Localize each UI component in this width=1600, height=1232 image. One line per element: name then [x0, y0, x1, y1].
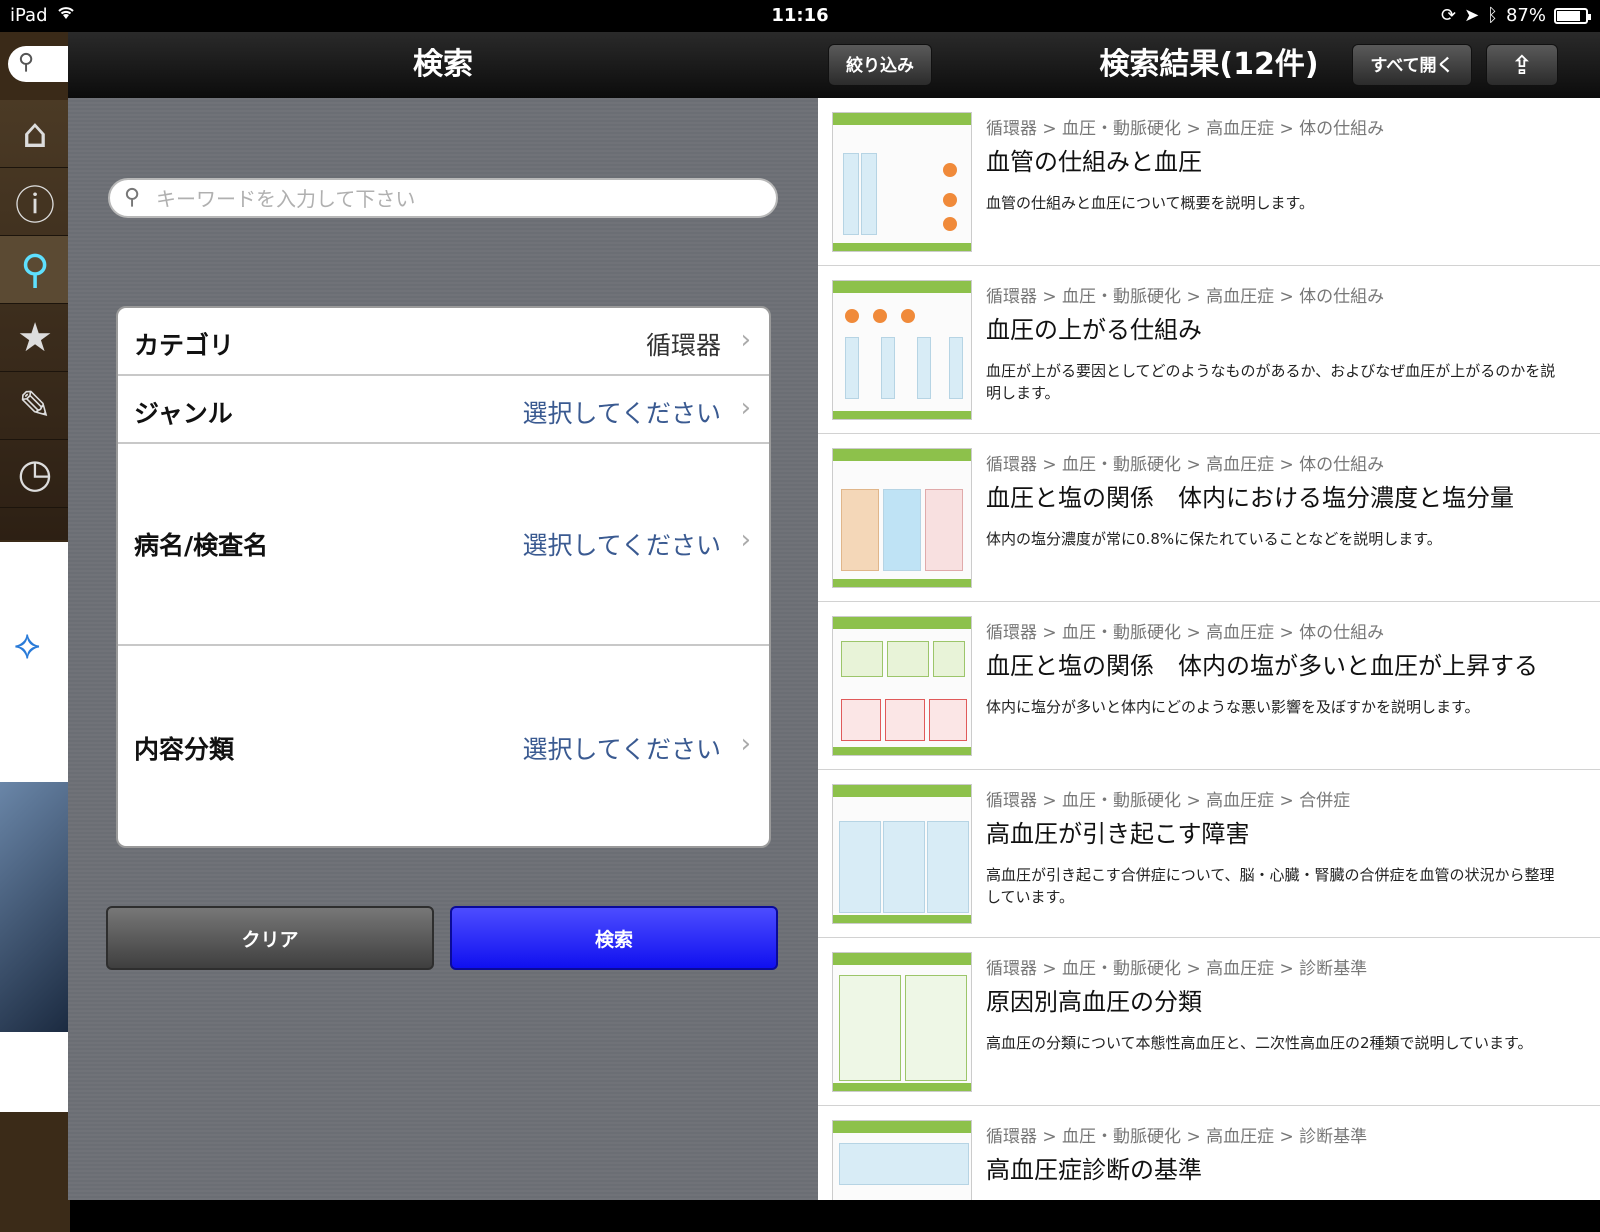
item-path: 循環器 > 血圧・動脈硬化 > 高血圧症 > 合併症 [986, 791, 1351, 811]
open-all-button[interactable]: すべて開く [1352, 44, 1472, 86]
item-path: 循環器 > 血圧・動脈硬化 > 高血圧症 > 体の仕組み [986, 455, 1385, 475]
item-description: 血管の仕組みと血圧について概要を説明します。 [986, 194, 1315, 212]
row-content-class[interactable]: 内容分類 選択してください › [118, 646, 769, 846]
item-path: 循環器 > 血圧・動脈硬化 > 高血圧症 > 体の仕組み [986, 623, 1385, 643]
status-time: 11:16 [771, 5, 829, 26]
thumbnail-image [832, 112, 972, 252]
list-item[interactable]: 循環器 > 血圧・動脈硬化 > 高血圧症 > 体の仕組み 血圧の上がる仕組み 血… [818, 266, 1600, 434]
battery-icon [1554, 7, 1591, 24]
search-criteria-form: カテゴリ 循環器 › ジャンル 選択してください › 病名/検査名 選択してくだ… [116, 306, 771, 848]
chevron-right-icon: › [740, 325, 751, 355]
thumbnail-image [832, 952, 972, 1092]
row-label: ジャンル [134, 399, 233, 428]
background-image [0, 782, 70, 1032]
search-icon: ⚲ [124, 185, 141, 210]
bluetooth-icon: ᛒ [1487, 5, 1498, 26]
row-label: カテゴリ [134, 331, 235, 360]
item-title: 血圧の上がる仕組み [986, 316, 1202, 344]
list-item[interactable]: 循環器 > 血圧・動脈硬化 > 高血圧症 > 体の仕組み 血管の仕組みと血圧 血… [818, 98, 1600, 266]
item-path: 循環器 > 血圧・動脈硬化 > 高血圧症 > 体の仕組み [986, 287, 1385, 307]
row-category[interactable]: カテゴリ 循環器 › [118, 308, 769, 376]
chevron-right-icon: › [740, 393, 751, 423]
results-pane: 検索結果(12件) 絞り込み すべて開く ⇪ 循環器 > 血圧・動脈硬化 > 高… [818, 32, 1600, 1200]
home-icon[interactable]: ⌂ [0, 100, 70, 168]
item-path: 循環器 > 血圧・動脈硬化 > 高血圧症 > 診断基準 [986, 1127, 1368, 1147]
battery-fill [1557, 10, 1580, 21]
item-title: 血圧と塩の関係 体内における塩分濃度と塩分量 [986, 484, 1514, 512]
thumbnail-image [832, 1120, 972, 1200]
battery-percent: 87% [1505, 5, 1546, 26]
item-description: 血圧が上がる要因としてどのようなものがあるか、およびなぜ血圧が上がるのかを説明し… [986, 362, 1556, 402]
list-item[interactable]: 循環器 > 血圧・動脈硬化 > 高血圧症 > 体の仕組み 血圧と塩の関係 体内の… [818, 602, 1600, 770]
row-label: 病名/検査名 [134, 531, 269, 560]
item-description: 体内に塩分が多いと体内にどのような悪い影響を及ぼすかを説明します。 [986, 698, 1480, 716]
row-value: 循環器 [645, 331, 721, 360]
search-popover: 検索 ⚲ カテゴリ 循環器 › ジャンル 選択してください › 病名/検査名 選… [68, 32, 818, 1200]
item-title: 血管の仕組みと血圧 [986, 148, 1202, 176]
item-path: 循環器 > 血圧・動脈硬化 > 高血圧症 > 診断基準 [986, 959, 1368, 979]
star-icon[interactable]: ★ [0, 304, 70, 372]
row-value: 選択してください [522, 399, 721, 428]
background-content: ⟡ [0, 542, 70, 1112]
clear-button[interactable]: クリア [106, 906, 434, 970]
share-button[interactable]: ⇪ [1486, 44, 1558, 86]
memo-icon[interactable]: ✎ [0, 372, 70, 440]
results-list: 循環器 > 血圧・動脈硬化 > 高血圧症 > 体の仕組み 血管の仕組みと血圧 血… [818, 98, 1600, 1200]
list-item[interactable]: 循環器 > 血圧・動脈硬化 > 高血圧症 > 診断基準 高血圧症診断の基準 [818, 1106, 1600, 1200]
item-description: 高血圧が引き起こす合併症について、脳・心臓・腎臓の合併症を血管の状況から整理して… [986, 866, 1555, 906]
chevron-right-icon: › [740, 525, 751, 555]
search-icon: ⚲ [18, 50, 35, 75]
keyword-search-field[interactable]: ⚲ [108, 178, 778, 218]
background-app: ⚲ ⌂ ⓘ ⚲ ★ ✎ ◷ ⟡ [0, 32, 88, 1232]
logo-icon: ⟡ [14, 622, 41, 668]
results-title: 検索結果(12件) [1099, 47, 1319, 82]
thumbnail-image [832, 280, 972, 420]
thumbnail-image [832, 448, 972, 588]
row-genre[interactable]: ジャンル 選択してください › [118, 376, 769, 444]
item-title: 高血圧症診断の基準 [986, 1156, 1202, 1184]
item-description: 体内の塩分濃度が常に0.8%に保たれていることなどを説明します。 [986, 530, 1442, 548]
history-icon[interactable]: ◷ [0, 440, 70, 508]
item-description: 高血圧の分類について本態性高血圧と、二次性高血圧の2種類で説明しています。 [986, 1034, 1533, 1052]
item-path: 循環器 > 血圧・動脈硬化 > 高血圧症 > 体の仕組み [986, 119, 1385, 139]
popover-title: 検索 [68, 32, 818, 98]
list-item[interactable]: 循環器 > 血圧・動脈硬化 > 高血圧症 > 合併症 高血圧が引き起こす障害 高… [818, 770, 1600, 938]
row-label: 内容分類 [134, 735, 235, 764]
rotation-lock-icon: ⟳ [1440, 5, 1457, 26]
row-value: 選択してください [522, 531, 721, 560]
results-header: 検索結果(12件) 絞り込み すべて開く ⇪ [818, 32, 1600, 98]
status-bar: iPad 11:16 ⟳ ➤ ᛒ 87% [0, 0, 1600, 32]
item-title: 原因別高血圧の分類 [986, 988, 1202, 1016]
background-nav: ⌂ ⓘ ⚲ ★ ✎ ◷ [0, 100, 70, 540]
keyword-input[interactable] [154, 182, 758, 216]
chevron-right-icon: › [740, 729, 751, 759]
location-icon: ➤ [1464, 5, 1480, 26]
thumbnail-image [832, 616, 972, 756]
list-item[interactable]: 循環器 > 血圧・動脈硬化 > 高血圧症 > 体の仕組み 血圧と塩の関係 体内に… [818, 434, 1600, 602]
alert-icon[interactable]: ⓘ [0, 168, 70, 236]
row-value: 選択してください [522, 735, 721, 764]
filter-button[interactable]: 絞り込み [828, 44, 932, 86]
background-footer [0, 1112, 70, 1232]
item-title: 血圧と塩の関係 体内の塩が多いと血圧が上昇する [986, 652, 1538, 680]
row-disease-name[interactable]: 病名/検査名 選択してください › [118, 444, 769, 646]
thumbnail-image [832, 784, 972, 924]
list-item[interactable]: 循環器 > 血圧・動脈硬化 > 高血圧症 > 診断基準 原因別高血圧の分類 高血… [818, 938, 1600, 1106]
share-icon: ⇪ [1511, 51, 1533, 81]
item-title: 高血圧が引き起こす障害 [986, 820, 1250, 848]
search-button[interactable]: 検索 [450, 906, 778, 970]
search-nav-icon[interactable]: ⚲ [0, 236, 70, 304]
